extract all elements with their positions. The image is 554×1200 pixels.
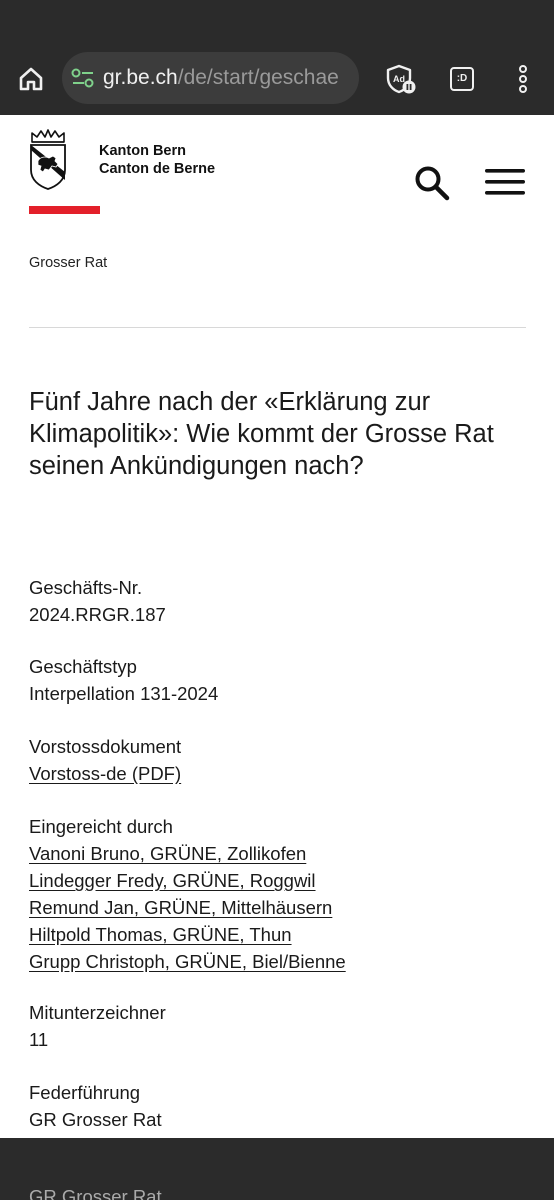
- home-button[interactable]: [12, 60, 50, 98]
- brand-accent-bar: [29, 206, 100, 214]
- field-value: 2024.RRGR.187: [29, 604, 166, 625]
- page-title: Fünf Jahre nach der «Erklärung zur Klima…: [29, 388, 494, 480]
- search-button[interactable]: [413, 164, 451, 202]
- status-bar: [0, 0, 554, 40]
- brand-line-2: Canton de Berne: [99, 161, 216, 177]
- field-value: 11: [29, 1029, 49, 1050]
- field-eingereicht-durch: Eingereicht durch Vanoni Bruno, GRÜNE, Z…: [29, 813, 346, 975]
- site-brand[interactable]: Kanton Bern Canton de Berne: [99, 142, 215, 178]
- field-label: Vorstossdokument: [29, 736, 182, 757]
- address-bar[interactable]: gr.be.ch/de/start/geschae: [62, 52, 359, 104]
- url-text[interactable]: gr.be.ch/de/start/geschae: [103, 65, 339, 91]
- browser-toolbar: gr.be.ch/de/start/geschae Ad :D: [0, 40, 554, 115]
- menu-button[interactable]: [484, 167, 526, 197]
- tab-switcher-button[interactable]: :D: [445, 62, 479, 96]
- field-geschaeftstyp: Geschäftstyp Interpellation 131-2024: [29, 653, 218, 707]
- browser-menu-button[interactable]: [506, 62, 540, 96]
- field-label: Mitunterzeichner: [29, 1002, 166, 1023]
- pdf-document-link[interactable]: Vorstoss-de (PDF): [29, 760, 181, 787]
- field-label: Eingereicht durch: [29, 816, 173, 837]
- divider: [29, 327, 526, 328]
- field-label: Geschäftstyp: [29, 656, 137, 677]
- home-icon: [19, 67, 43, 91]
- brand-line-1: Kanton Bern: [99, 143, 186, 159]
- search-icon: [415, 166, 450, 201]
- field-label: Geschäfts-Nr.: [29, 577, 143, 598]
- field-value: GR Grosser Rat: [29, 1109, 162, 1130]
- adblock-button[interactable]: Ad: [384, 62, 418, 96]
- submitter-link[interactable]: Vanoni Bruno, GRÜNE, Zollikofen: [29, 840, 346, 867]
- url-path: /de/start/geschae: [177, 66, 339, 89]
- field-geschaeftsnr: Geschäfts-Nr. 2024.RRGR.187: [29, 574, 166, 628]
- field-value: Interpellation 131-2024: [29, 683, 219, 704]
- tab-count-label: :D: [456, 73, 468, 84]
- field-label: Federführung: [29, 1082, 141, 1103]
- submitter-link[interactable]: Grupp Christoph, GRÜNE, Biel/Bienne: [29, 948, 346, 975]
- more-vert-icon: [519, 65, 527, 93]
- hamburger-icon: [485, 169, 525, 195]
- adblock-shield-icon: Ad: [386, 64, 416, 94]
- scrolled-content-peek: GR Grosser Rat: [29, 1186, 162, 1200]
- submitter-link[interactable]: Hiltpold Thomas, GRÜNE, Thun: [29, 921, 346, 948]
- breadcrumb[interactable]: Grosser Rat: [29, 255, 107, 271]
- site-settings-icon[interactable]: [71, 67, 95, 89]
- tab-switcher-icon: :D: [450, 67, 474, 91]
- bern-coat-of-arms-logo[interactable]: [29, 128, 67, 190]
- submitter-link[interactable]: Lindegger Fredy, GRÜNE, Roggwil: [29, 867, 346, 894]
- svg-text:Ad: Ad: [393, 74, 405, 84]
- submitter-link[interactable]: Remund Jan, GRÜNE, Mittelhäusern: [29, 894, 346, 921]
- field-federfuehrung: Federführung GR Grosser Rat: [29, 1079, 162, 1133]
- url-host: gr.be.ch: [103, 66, 178, 89]
- field-vorstossdokument: Vorstossdokument Vorstoss-de (PDF): [29, 733, 181, 787]
- field-mitunterzeichner: Mitunterzeichner 11: [29, 999, 166, 1053]
